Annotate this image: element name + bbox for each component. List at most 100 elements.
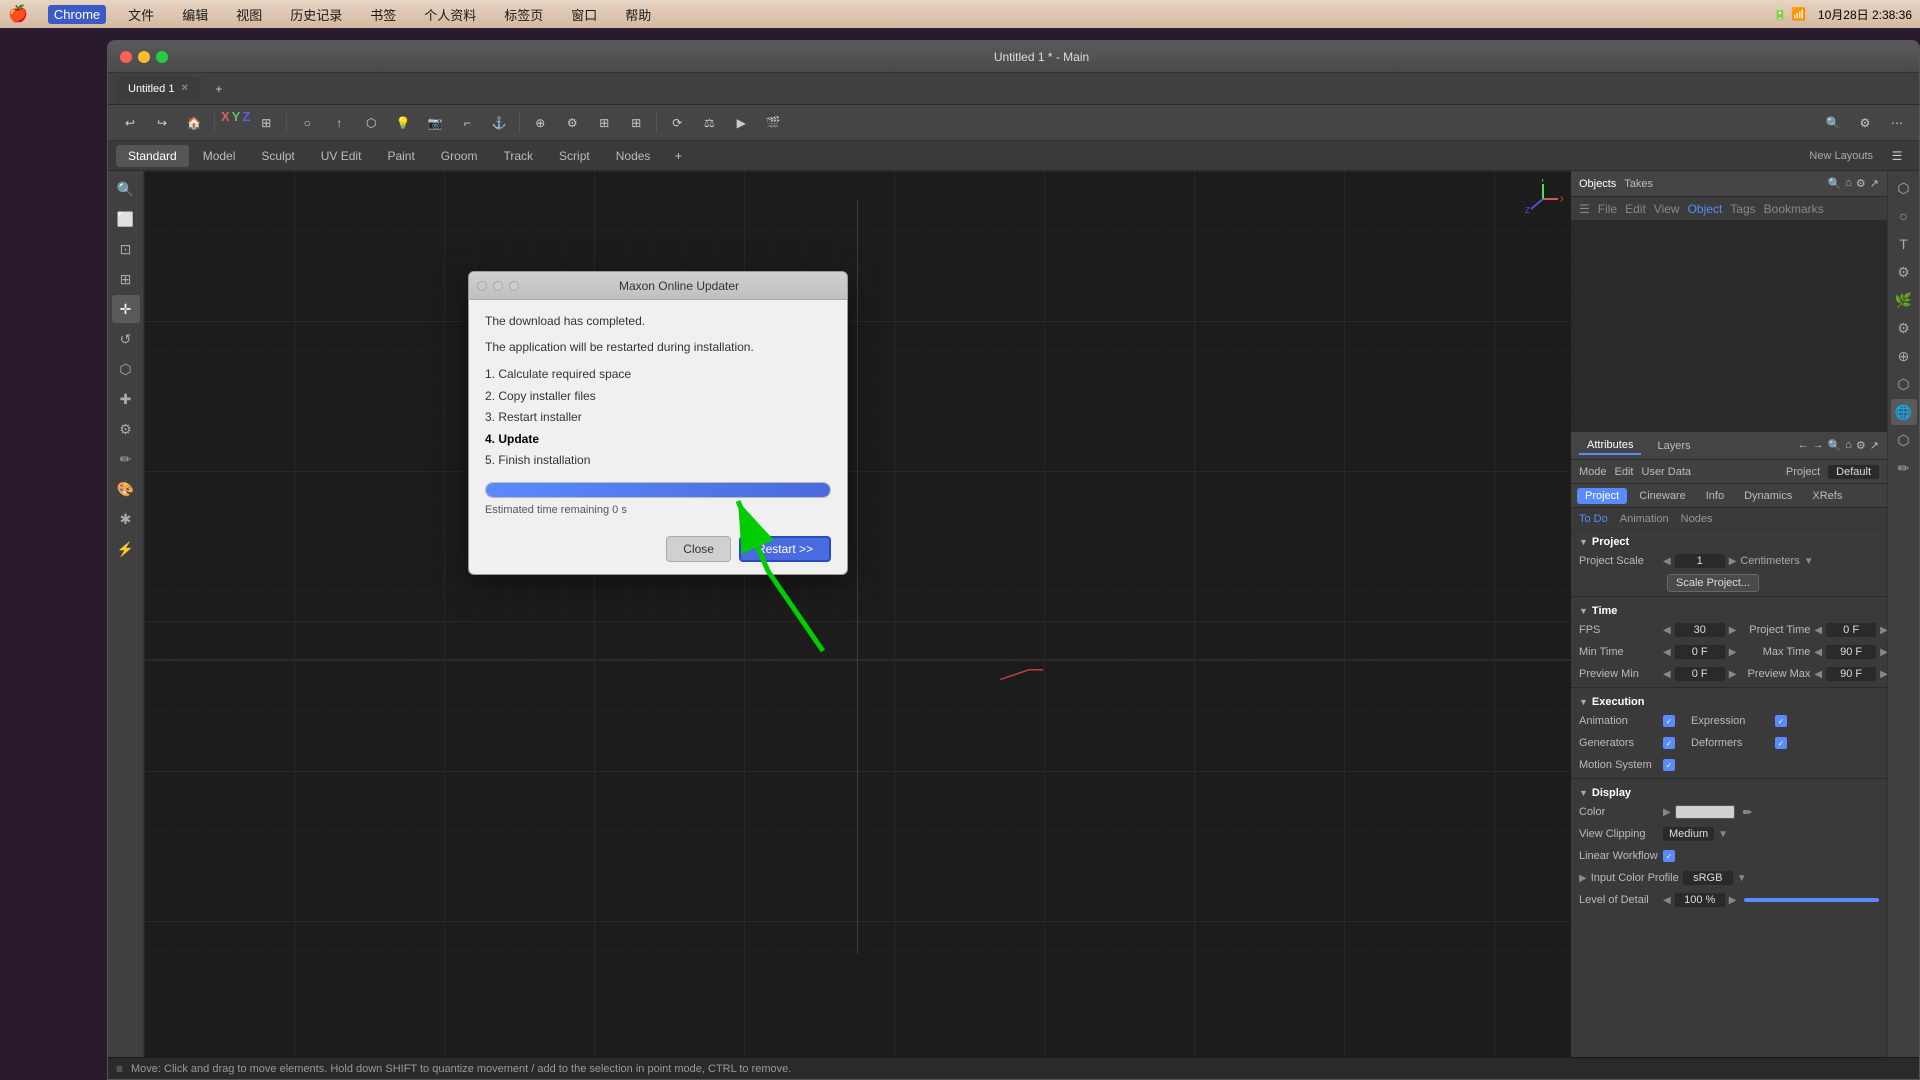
attr-settings-icon[interactable]: ⚙ bbox=[1856, 439, 1866, 452]
rs-icon-link[interactable]: ⊕ bbox=[1891, 343, 1917, 369]
attr-subtab-cineware[interactable]: Cineware bbox=[1631, 488, 1693, 504]
proj-time-arrow-left[interactable]: ◀ bbox=[1814, 625, 1822, 636]
preview-min-value[interactable]: 0 F bbox=[1675, 667, 1725, 681]
toolbar-home[interactable]: 🏠 bbox=[180, 109, 208, 137]
attr-nav-back[interactable]: ← bbox=[1798, 439, 1809, 452]
rs-icon-light[interactable]: ✏ bbox=[1891, 455, 1917, 481]
project-scale-unit-arrow[interactable]: ▼ bbox=[1804, 556, 1814, 567]
time-section-arrow[interactable]: ▼ bbox=[1579, 606, 1588, 616]
rs-icon-world[interactable]: 🌐 bbox=[1891, 399, 1917, 425]
tool-live-select[interactable]: ⊡ bbox=[112, 235, 140, 263]
tool-arrow[interactable]: ↑ bbox=[325, 109, 353, 137]
color-swatch[interactable] bbox=[1675, 805, 1735, 819]
tool-grid2[interactable]: ⊞ bbox=[622, 109, 650, 137]
menu-edit[interactable]: 编辑 bbox=[176, 3, 214, 26]
tool-snap[interactable]: ⚙ bbox=[558, 109, 586, 137]
expression-checkbox[interactable]: ✓ bbox=[1775, 715, 1787, 727]
tab-sculpt[interactable]: Sculpt bbox=[249, 145, 306, 167]
rs-icon-cube[interactable]: ⬡ bbox=[1891, 175, 1917, 201]
tab-model[interactable]: Model bbox=[191, 145, 248, 167]
tool-light[interactable]: 💡 bbox=[389, 109, 417, 137]
preview-max-arrow-left[interactable]: ◀ bbox=[1814, 669, 1822, 680]
attr-subtab-project[interactable]: Project bbox=[1577, 488, 1627, 504]
attr-preset-value[interactable]: Default bbox=[1828, 465, 1879, 479]
tool-sphere[interactable]: ○ bbox=[293, 109, 321, 137]
viewport[interactable]: ≡ Perspective Display Cameras Display Op… bbox=[144, 171, 1571, 1080]
generators-checkbox[interactable]: ✓ bbox=[1663, 737, 1675, 749]
lod-arrow-right[interactable]: ▶ bbox=[1729, 895, 1737, 906]
tool-pen[interactable]: ✏ bbox=[112, 445, 140, 473]
filter-bookmarks-icon[interactable]: Bookmarks bbox=[1764, 202, 1824, 216]
tool-brush[interactable]: ⚙ bbox=[112, 415, 140, 443]
max-time-arrow-left[interactable]: ◀ bbox=[1814, 647, 1822, 658]
attr-rowtab-animation[interactable]: Animation bbox=[1620, 513, 1669, 525]
rs-icon-gear[interactable]: ⚙ bbox=[1891, 259, 1917, 285]
add-layout-button[interactable]: + bbox=[664, 142, 692, 170]
rs-icon-render2[interactable]: ⬡ bbox=[1891, 427, 1917, 453]
tab-takes[interactable]: Takes bbox=[1624, 178, 1653, 190]
toolbar-redo[interactable]: ↪ bbox=[148, 109, 176, 137]
attr-rowtab-nodes[interactable]: Nodes bbox=[1681, 513, 1713, 525]
attr-close-icon[interactable]: ↗ bbox=[1870, 439, 1879, 452]
proj-time-arrow-right[interactable]: ▶ bbox=[1880, 625, 1887, 636]
attr-tab-layers[interactable]: Layers bbox=[1649, 438, 1698, 454]
icp-dropdown[interactable]: ▼ bbox=[1737, 873, 1747, 884]
filter-edit-icon[interactable]: Edit bbox=[1625, 202, 1646, 216]
fps-arrow-left[interactable]: ◀ bbox=[1663, 625, 1671, 636]
minimize-button[interactable] bbox=[138, 51, 150, 63]
attr-subtab-xrefs[interactable]: XRefs bbox=[1804, 488, 1850, 504]
attr-nav-forward[interactable]: → bbox=[1813, 439, 1824, 452]
tab-standard[interactable]: Standard bbox=[116, 145, 189, 167]
project-section-arrow[interactable]: ▼ bbox=[1579, 537, 1588, 547]
tab-nodes[interactable]: Nodes bbox=[604, 145, 663, 167]
project-time-value[interactable]: 0 F bbox=[1826, 623, 1876, 637]
tool-rotate-left[interactable]: ↺ bbox=[112, 325, 140, 353]
filter-file-icon[interactable]: File bbox=[1598, 202, 1617, 216]
max-time-arrow-right[interactable]: ▶ bbox=[1880, 647, 1887, 658]
modal-restart-button[interactable]: Restart >> bbox=[739, 536, 831, 562]
tab-track[interactable]: Track bbox=[491, 145, 545, 167]
attr-search-icon[interactable]: 🔍 bbox=[1828, 439, 1842, 452]
tab-untitled[interactable]: Untitled 1 ✕ bbox=[116, 77, 201, 101]
filter-menu-icon[interactable]: ☰ bbox=[1579, 202, 1590, 216]
tool-scale[interactable]: ⚖ bbox=[695, 109, 723, 137]
rs-icon-camera2[interactable]: ⬡ bbox=[1891, 371, 1917, 397]
attr-tab-attributes[interactable]: Attributes bbox=[1579, 437, 1641, 455]
menu-chrome[interactable]: Chrome bbox=[48, 5, 106, 24]
tab-uv-edit[interactable]: UV Edit bbox=[309, 145, 374, 167]
menu-file[interactable]: 文件 bbox=[122, 3, 160, 26]
menu-tabs[interactable]: 标签页 bbox=[498, 3, 549, 26]
preview-max-value[interactable]: 90 F bbox=[1826, 667, 1876, 681]
scale-project-button[interactable]: Scale Project... bbox=[1667, 574, 1759, 592]
tool-cube[interactable]: ⬡ bbox=[357, 109, 385, 137]
level-of-detail-value[interactable]: 100 % bbox=[1675, 893, 1725, 907]
tool-anchor[interactable]: ⚓ bbox=[485, 109, 513, 137]
modal-close-button[interactable]: Close bbox=[666, 536, 731, 562]
rs-icon-settings2[interactable]: ⚙ bbox=[1891, 315, 1917, 341]
tool-paint2[interactable]: 🎨 bbox=[112, 475, 140, 503]
modal-close-btn[interactable] bbox=[477, 281, 487, 291]
fps-arrow-right[interactable]: ▶ bbox=[1729, 625, 1737, 636]
motion-system-checkbox[interactable]: ✓ bbox=[1663, 759, 1675, 771]
max-time-value[interactable]: 90 F bbox=[1826, 645, 1876, 659]
project-scale-arrow-right[interactable]: ▶ bbox=[1729, 556, 1737, 567]
obj-settings-icon[interactable]: ⚙ bbox=[1856, 177, 1866, 190]
attr-rowtab-todo[interactable]: To Do bbox=[1579, 513, 1608, 525]
attr-home-icon[interactable]: ⌂ bbox=[1845, 439, 1852, 452]
obj-home-icon[interactable]: ⌂ bbox=[1845, 177, 1852, 190]
linear-workflow-checkbox[interactable]: ✓ bbox=[1663, 850, 1675, 862]
tool-scale-sidebar[interactable]: ⬡ bbox=[112, 355, 140, 383]
menu-view[interactable]: 视图 bbox=[230, 3, 268, 26]
display-section-arrow[interactable]: ▼ bbox=[1579, 788, 1588, 798]
modal-min-btn[interactable] bbox=[493, 281, 503, 291]
tab-script[interactable]: Script bbox=[547, 145, 602, 167]
menu-window[interactable]: 窗口 bbox=[565, 3, 603, 26]
tool-rect-select[interactable]: ⊞ bbox=[112, 265, 140, 293]
tool-coord[interactable]: ⊕ bbox=[526, 109, 554, 137]
lod-slider-track[interactable] bbox=[1744, 898, 1879, 902]
tool-edge2[interactable]: ✱ bbox=[112, 505, 140, 533]
attr-subtab-dynamics[interactable]: Dynamics bbox=[1736, 488, 1800, 504]
toolbar-undo[interactable]: ↩ bbox=[116, 109, 144, 137]
animation-checkbox[interactable]: ✓ bbox=[1663, 715, 1675, 727]
fps-value[interactable]: 30 bbox=[1675, 623, 1725, 637]
